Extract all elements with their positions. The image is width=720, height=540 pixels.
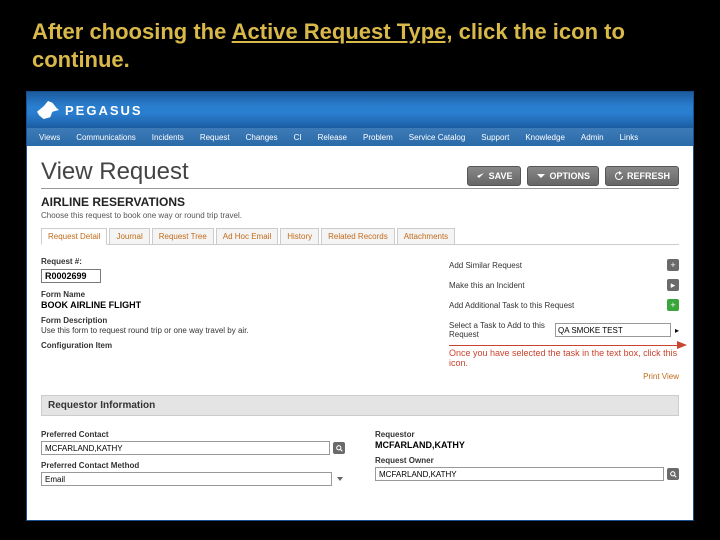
menu-problem[interactable]: Problem [357,133,399,142]
tab-related-records[interactable]: Related Records [321,228,395,244]
make-incident-link[interactable]: Make this an Incident [449,281,525,290]
preferred-contact-lookup-icon[interactable] [333,442,345,454]
menu-links[interactable]: Links [614,133,645,142]
requestor-label: Requestor [375,430,679,439]
page-title: View Request [41,158,189,186]
tab-bar: Request Detail Journal Request Tree Ad H… [41,228,679,245]
pegasus-logo-icon [37,101,59,119]
select-task-input[interactable] [555,323,671,337]
tab-request-tree[interactable]: Request Tree [152,228,214,244]
owner-label: Request Owner [375,456,679,465]
select-task-label: Select a Task to Add to this Request [449,321,551,339]
make-incident-icon[interactable]: ▸ [667,279,679,291]
tab-attachments[interactable]: Attachments [397,228,455,244]
request-number: R0002699 [41,269,101,283]
brand-name: PEGASUS [65,103,143,118]
menu-changes[interactable]: Changes [240,133,284,142]
menu-views[interactable]: Views [33,133,66,142]
preferred-contact-label: Preferred Contact [41,430,345,439]
detail-right-column: Add Similar Request + Make this an Incide… [449,251,679,381]
detail-left-column: Request #: R0002699 Form Name BOOK AIRLI… [41,251,429,381]
preferred-contact-field[interactable]: MCFARLAND,KATHY [41,441,330,455]
action-buttons: SAVE OPTIONS REFRESH [467,166,679,186]
config-item-label: Configuration Item [41,341,429,350]
instruction-link: Active Request Type, [232,19,453,44]
tab-journal[interactable]: Journal [109,228,149,244]
add-similar-icon[interactable]: + [667,259,679,271]
form-desc: Use this form to request round trip or o… [41,326,429,335]
tab-adhoc-email[interactable]: Ad Hoc Email [216,228,278,244]
submit-task-icon[interactable]: ▸ [675,326,679,335]
requestor-section-header: Requestor Information [41,395,679,416]
check-icon [476,171,486,181]
print-view-link[interactable]: Print View [449,372,679,381]
add-similar-request-link[interactable]: Add Similar Request [449,261,522,270]
add-task-link[interactable]: Add Additional Task to this Request [449,301,574,310]
refresh-label: REFRESH [627,171,670,181]
tab-history[interactable]: History [280,228,319,244]
form-name: BOOK AIRLINE FLIGHT [41,300,429,310]
preferred-method-dropdown-icon[interactable] [335,477,345,481]
main-menu: Views Communications Incidents Request C… [27,128,693,146]
options-label: OPTIONS [549,171,590,181]
form-name-label: Form Name [41,290,429,299]
menu-knowledge[interactable]: Knowledge [519,133,571,142]
menu-support[interactable]: Support [475,133,515,142]
request-type-desc: Choose this request to book one way or r… [41,211,679,220]
brand-bar: PEGASUS [27,92,693,128]
refresh-icon [614,171,624,181]
menu-request[interactable]: Request [194,133,236,142]
instruction-pre: After choosing the [32,19,232,44]
owner-lookup-icon[interactable] [667,468,679,480]
preferred-method-label: Preferred Contact Method [41,461,345,470]
menu-service-catalog[interactable]: Service Catalog [403,133,471,142]
refresh-button[interactable]: REFRESH [605,166,679,186]
owner-field[interactable]: MCFARLAND,KATHY [375,467,664,481]
menu-release[interactable]: Release [312,133,353,142]
options-button[interactable]: OPTIONS [527,166,599,186]
instruction-banner: After choosing the Active Request Type, … [0,0,720,81]
menu-communications[interactable]: Communications [70,133,142,142]
form-desc-label: Form Description [41,316,429,325]
menu-incidents[interactable]: Incidents [146,133,190,142]
save-button[interactable]: SAVE [467,166,522,186]
tab-request-detail[interactable]: Request Detail [41,228,107,245]
app-window: PEGASUS Views Communications Incidents R… [26,91,694,521]
request-type: AIRLINE RESERVATIONS [41,195,679,209]
preferred-method-field[interactable]: Email [41,472,332,486]
request-number-label: Request #: [41,257,429,266]
menu-admin[interactable]: Admin [575,133,610,142]
callout-text: Once you have selected the task in the t… [449,345,679,368]
save-label: SAVE [489,171,513,181]
chevron-down-icon [536,171,546,181]
requestor-value: MCFARLAND,KATHY [375,440,679,450]
menu-ci[interactable]: CI [288,133,308,142]
add-task-icon[interactable]: + [667,299,679,311]
